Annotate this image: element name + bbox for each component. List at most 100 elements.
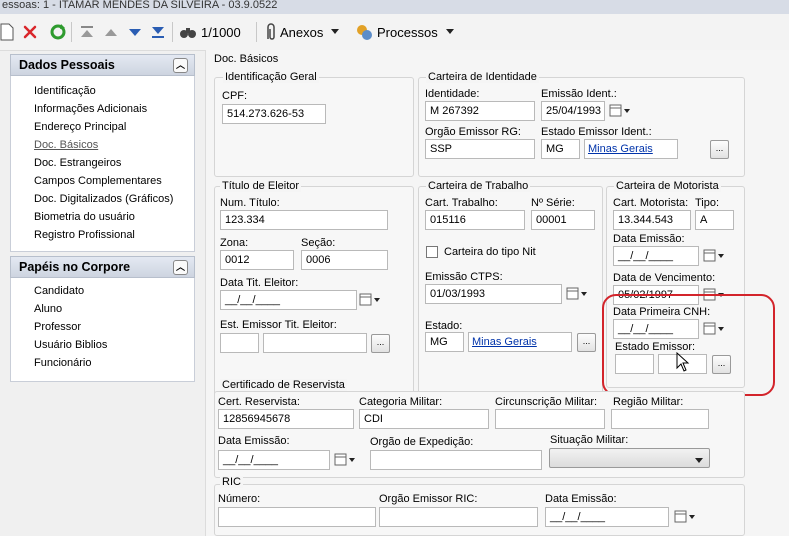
- identidade-input[interactable]: M 267392: [425, 101, 535, 121]
- est-emissor-tit-input[interactable]: [220, 333, 259, 353]
- num-serie-label: Nº Série:: [531, 197, 575, 209]
- sidebar-item-registro-profissional[interactable]: Registro Profissional: [34, 229, 135, 241]
- last-record-button[interactable]: [150, 20, 166, 44]
- sidebar-item-funcionario[interactable]: Funcionário: [34, 357, 91, 369]
- data-tit-eleitor-input[interactable]: __/__/____: [220, 290, 357, 310]
- personal-data-header[interactable]: Dados Pessoais ︿: [10, 54, 195, 76]
- chevron-down-icon: [695, 455, 703, 467]
- sidebar-item-informacoes-adicionais[interactable]: Informações Adicionais: [34, 103, 147, 115]
- ident-geral-title: Identificação Geral: [223, 71, 319, 83]
- data-emissao-cnh-label: Data Emissão:: [613, 233, 685, 245]
- titulo-eleitor-title: Título de Eleitor: [220, 180, 302, 192]
- attachments-menu[interactable]: Anexos: [264, 20, 340, 44]
- left-navigation: Dados Pessoais ︿ Identificação Informaçõ…: [10, 54, 195, 384]
- lookup-estado-ctps-button[interactable]: ...: [577, 333, 596, 352]
- delete-x-icon: [22, 24, 38, 40]
- next-record-button[interactable]: [127, 20, 143, 44]
- ric-title: RIC: [220, 476, 243, 488]
- situacao-militar-select[interactable]: [549, 448, 710, 468]
- sidebar-item-usuario-biblios[interactable]: Usuário Biblios: [34, 339, 107, 351]
- cart-trabalho-label: Cart. Trabalho:: [425, 197, 498, 209]
- estado-emissor-ident-label: Estado Emissor Ident.:: [541, 126, 652, 138]
- data-tit-eleitor-label: Data Tit. Eleitor:: [220, 277, 299, 289]
- sidebar-item-campos-complementares[interactable]: Campos Complementares: [34, 175, 162, 187]
- zona-label: Zona:: [220, 237, 249, 249]
- tipo-cnh-input[interactable]: A: [695, 210, 734, 230]
- cart-motorista-label: Cart. Motorista:: [613, 197, 689, 209]
- cert-reservista-input[interactable]: 12856945678: [218, 409, 354, 429]
- calendar-dropdown-icon[interactable]: [359, 290, 381, 310]
- previous-record-button[interactable]: [103, 20, 119, 44]
- emissao-ident-input[interactable]: 25/04/1993: [541, 101, 605, 121]
- sidebar-item-candidato[interactable]: Candidato: [34, 285, 84, 297]
- regiao-militar-input[interactable]: [611, 409, 709, 429]
- carteira-motorista-title: Carteira de Motorista: [614, 180, 721, 192]
- calendar-dropdown-icon[interactable]: [566, 284, 588, 304]
- ric-numero-label: Número:: [218, 493, 261, 505]
- zona-input[interactable]: 0012: [220, 250, 294, 270]
- binoculars-icon: [179, 24, 197, 40]
- personal-data-list: Identificação Informações Adicionais End…: [10, 76, 195, 252]
- first-record-button[interactable]: [79, 20, 95, 44]
- processes-menu[interactable]: Processos: [355, 20, 454, 44]
- data-emissao-ric-input[interactable]: __/__/____: [545, 507, 669, 527]
- situacao-militar-label: Situação Militar:: [550, 434, 629, 446]
- ric-numero-input[interactable]: [218, 507, 376, 527]
- down-arrow-icon: [127, 24, 143, 40]
- orgao-expedicao-input[interactable]: [370, 450, 542, 470]
- collapse-icon[interactable]: ︿: [173, 58, 188, 73]
- lookup-est-emissor-tit-button[interactable]: ...: [371, 334, 390, 353]
- collapse-icon[interactable]: ︿: [173, 260, 188, 275]
- data-emissao-reservista-label: Data Emissão:: [218, 435, 290, 447]
- sidebar-item-endereco-principal[interactable]: Endereço Principal: [34, 121, 126, 133]
- sidebar-item-professor[interactable]: Professor: [34, 321, 81, 333]
- calendar-dropdown-icon[interactable]: [674, 507, 696, 527]
- num-serie-input[interactable]: 00001: [531, 210, 595, 230]
- record-counter: 1/1000: [201, 24, 241, 40]
- delete-button[interactable]: [22, 20, 38, 44]
- estado-ctps-link[interactable]: Minas Gerais: [472, 336, 537, 348]
- search-button[interactable]: 1/1000: [179, 20, 241, 44]
- sidebar-item-biometria[interactable]: Biometria do usuário: [34, 211, 135, 223]
- last-arrow-icon: [150, 24, 166, 40]
- sidebar-item-aluno[interactable]: Aluno: [34, 303, 62, 315]
- estado-ctps-input[interactable]: MG: [425, 332, 464, 352]
- sidebar-item-identificacao[interactable]: Identificação: [34, 85, 96, 97]
- personal-data-header-label: Dados Pessoais: [19, 58, 115, 72]
- est-emissor-tit-description: [263, 333, 367, 353]
- num-titulo-input[interactable]: 123.334: [220, 210, 388, 230]
- estado-emissor-ident-input[interactable]: MG: [541, 139, 580, 159]
- attachments-label: Anexos: [280, 24, 324, 40]
- window-title: essoas: 1 - ITAMAR MENDES DA SILVEIRA - …: [0, 0, 789, 14]
- secao-input[interactable]: 0006: [301, 250, 388, 270]
- emissao-ctps-input[interactable]: 01/03/1993: [425, 284, 562, 304]
- regiao-militar-label: Região Militar:: [613, 396, 684, 408]
- data-emissao-reservista-input[interactable]: __/__/____: [218, 450, 330, 470]
- new-button[interactable]: [0, 20, 14, 44]
- calendar-dropdown-icon[interactable]: [609, 101, 631, 121]
- cart-trabalho-input[interactable]: 015116: [425, 210, 525, 230]
- data-vencimento-label: Data de Vencimento:: [613, 272, 716, 284]
- emissao-ctps-label: Emissão CTPS:: [425, 271, 503, 283]
- orgao-rg-input[interactable]: SSP: [425, 139, 535, 159]
- orgao-emissor-ric-input[interactable]: [379, 507, 538, 527]
- data-emissao-cnh-input[interactable]: __/__/____: [613, 246, 699, 266]
- roles-header[interactable]: Papéis no Corpore ︿: [10, 256, 195, 278]
- estado-ctps-label: Estado:: [425, 320, 463, 332]
- chevron-down-icon: [331, 29, 340, 35]
- calendar-dropdown-icon[interactable]: [334, 450, 356, 470]
- identidade-label: Identidade:: [425, 88, 480, 100]
- sidebar-item-doc-estrangeiros[interactable]: Doc. Estrangeiros: [34, 157, 121, 169]
- nit-checkbox[interactable]: [426, 246, 438, 258]
- categoria-militar-input[interactable]: CDI: [359, 409, 489, 429]
- lookup-estado-ident-button[interactable]: ...: [710, 140, 729, 159]
- cpf-input[interactable]: 514.273.626-53: [222, 104, 326, 124]
- calendar-dropdown-icon[interactable]: [703, 246, 725, 266]
- first-arrow-icon: [79, 24, 95, 40]
- refresh-button[interactable]: [49, 20, 67, 44]
- estado-emissor-ident-link[interactable]: Minas Gerais: [588, 143, 653, 155]
- cart-motorista-input[interactable]: 13.344.543: [613, 210, 691, 230]
- circunscricao-militar-input[interactable]: [495, 409, 605, 429]
- sidebar-item-doc-basicos[interactable]: Doc. Básicos: [34, 139, 98, 151]
- sidebar-item-doc-digitalizados[interactable]: Doc. Digitalizados (Gráficos): [34, 193, 173, 205]
